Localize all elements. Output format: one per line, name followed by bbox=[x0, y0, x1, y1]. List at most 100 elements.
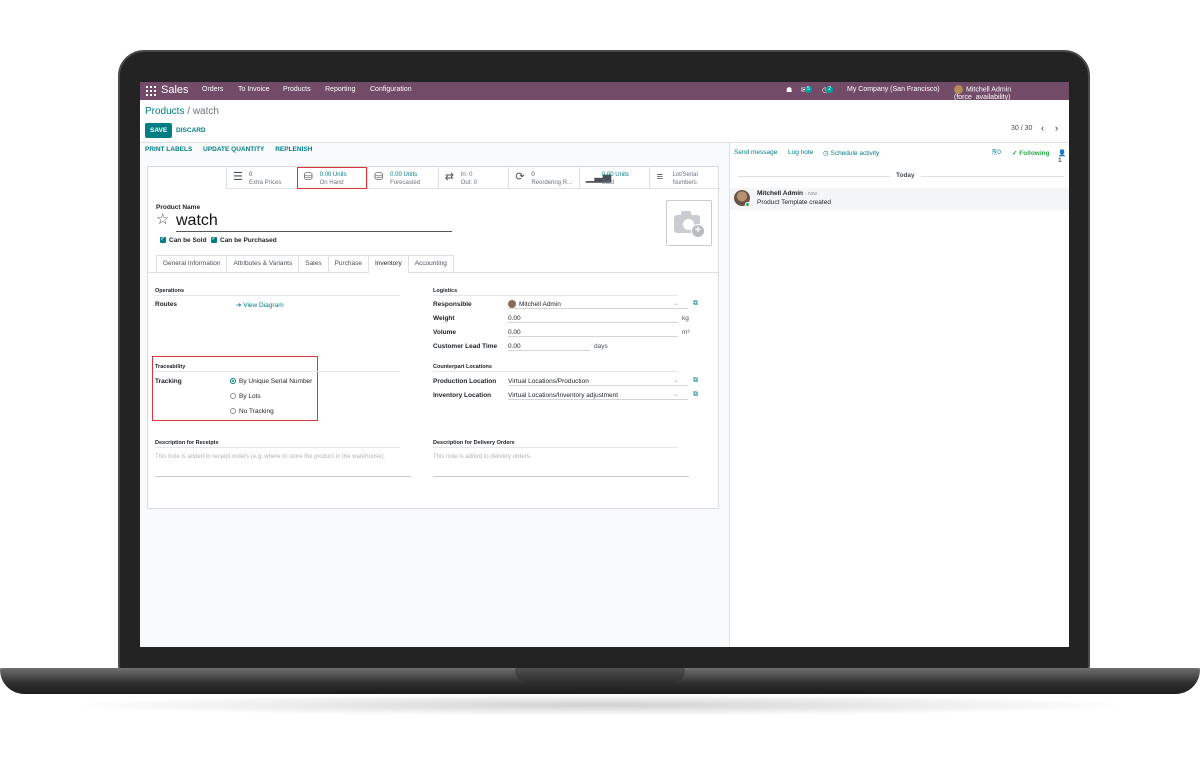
message-time: now bbox=[807, 191, 818, 197]
group-separator bbox=[433, 447, 678, 448]
today-label: Today bbox=[890, 172, 921, 179]
external-link-icon[interactable]: ⧉ bbox=[693, 377, 698, 385]
delivery-description-input[interactable]: This note is added to delivery orders. bbox=[433, 453, 673, 462]
user-menu[interactable]: Mitchell Admin (force_availability) bbox=[954, 85, 1069, 101]
following-button[interactable]: ✓ Following bbox=[1012, 149, 1050, 157]
responsible-label: Responsible bbox=[433, 301, 472, 308]
inventory-location-field[interactable]: Virtual Locations/Inventory adjustment ⌄ bbox=[508, 391, 688, 400]
weight-unit: kg bbox=[682, 315, 689, 322]
menu-products[interactable]: Products bbox=[283, 86, 311, 93]
tab-sales[interactable]: Sales bbox=[298, 255, 329, 272]
customer-lead-time-input[interactable]: 0.00 bbox=[508, 342, 590, 351]
chatter-message: Mitchell Admin · now Product Template cr… bbox=[730, 188, 1069, 210]
update-quantity-button[interactable]: UPDATE QUANTITY bbox=[203, 146, 264, 153]
online-status-icon bbox=[745, 202, 750, 207]
routes-label: Routes bbox=[155, 301, 178, 308]
menu-to-invoice[interactable]: To Invoice bbox=[238, 86, 270, 93]
can-be-purchased-checkbox[interactable]: Can be Purchased bbox=[211, 236, 277, 244]
attachments-button[interactable]: ⎘0 bbox=[992, 149, 1001, 157]
tab-general-information[interactable]: General Information bbox=[156, 255, 228, 272]
print-labels-button[interactable]: PRINT LABELS bbox=[145, 146, 192, 153]
followers-count: 1 bbox=[1058, 157, 1062, 164]
user-icon: 👤 bbox=[1058, 150, 1067, 157]
group-separator bbox=[155, 447, 400, 448]
activity-icon[interactable]: ◷2 bbox=[822, 86, 834, 94]
sold-button[interactable]: ▁▃▅ 0.00 Units Sold bbox=[578, 167, 650, 189]
pager-value[interactable]: 30 / 30 bbox=[1011, 125, 1032, 132]
form-statusbar: PRINT LABELS UPDATE QUANTITY REPLENISH bbox=[145, 146, 321, 153]
product-image[interactable]: + bbox=[666, 200, 712, 246]
tracking-serial-radio[interactable]: By Unique Serial Number bbox=[230, 378, 312, 385]
volume-input[interactable]: 0.00 bbox=[508, 328, 678, 337]
tab-attributes-variants[interactable]: Attributes & Variants bbox=[226, 255, 300, 272]
sold-label: Sold bbox=[601, 180, 614, 186]
screen: Sales Orders To Invoice Products Reporti… bbox=[140, 82, 1069, 647]
laptop-notch bbox=[515, 668, 685, 684]
input-underline bbox=[433, 476, 689, 477]
production-location-label: Production Location bbox=[433, 378, 497, 385]
breadcrumb-products[interactable]: Products bbox=[145, 106, 184, 117]
pager-previous-icon[interactable]: ‹ bbox=[1041, 123, 1044, 133]
exchange-icon: ⇄ bbox=[444, 171, 454, 183]
apps-menu-icon[interactable] bbox=[146, 86, 156, 96]
star-icon[interactable]: ☆ bbox=[156, 211, 169, 229]
dropdown-caret-icon: ⌄ bbox=[672, 378, 678, 384]
messages-icon[interactable]: ✉5 bbox=[801, 86, 812, 94]
weight-label: Weight bbox=[433, 315, 455, 322]
menu-reporting[interactable]: Reporting bbox=[325, 86, 355, 93]
production-location-field[interactable]: Virtual Locations/Production ⌄ bbox=[508, 377, 688, 386]
send-message-button[interactable]: Send message bbox=[734, 149, 777, 156]
responsible-field[interactable]: Mitchell Admin ⌄ bbox=[508, 300, 688, 309]
external-link-icon[interactable]: ⧉ bbox=[693, 391, 698, 399]
form-sheet: ☰ 0 Extra Prices ⛁ 0.00 Units On Hand ⛁ … bbox=[147, 166, 720, 509]
breadcrumb-current: watch bbox=[192, 106, 219, 117]
receipts-description-input[interactable]: This note is added to receipt orders (e.… bbox=[155, 453, 395, 477]
tracking-none-radio[interactable]: No Tracking bbox=[230, 408, 274, 415]
app-name[interactable]: Sales bbox=[161, 84, 189, 96]
lot-serial-button[interactable]: ≡ Lot/Serial Numbers bbox=[649, 167, 720, 189]
receipts-title: Description for Receipts bbox=[155, 440, 219, 446]
add-image-icon: + bbox=[691, 224, 705, 238]
production-location-value: Virtual Locations/Production bbox=[508, 378, 589, 385]
followers-button[interactable]: 👤1 bbox=[1058, 149, 1069, 164]
logistics-title: Logistics bbox=[433, 288, 458, 294]
view-diagram-link[interactable]: ➔ View Diagram bbox=[236, 301, 284, 309]
weight-input[interactable]: 0.00 bbox=[508, 314, 678, 323]
replenish-button[interactable]: REPLENISH bbox=[275, 146, 312, 153]
group-separator bbox=[155, 371, 400, 372]
volume-unit: m³ bbox=[682, 329, 690, 336]
sold-value: 0.00 Units bbox=[601, 172, 629, 178]
can-be-sold-checkbox[interactable]: Can be Sold bbox=[160, 236, 207, 244]
pager-next-icon[interactable]: › bbox=[1055, 123, 1058, 133]
radio-icon bbox=[230, 393, 236, 399]
company-switcher[interactable]: My Company (San Francisco) bbox=[847, 86, 940, 93]
schedule-activity-label: Schedule activity bbox=[830, 150, 880, 157]
log-note-button[interactable]: Log note bbox=[788, 149, 813, 156]
schedule-activity-button[interactable]: ◷ Schedule activity bbox=[823, 149, 879, 157]
discard-button[interactable]: DISCARD bbox=[176, 123, 206, 138]
menu-orders[interactable]: Orders bbox=[202, 86, 223, 93]
on-hand-button[interactable]: ⛁ 0.00 Units On Hand bbox=[296, 167, 368, 189]
save-button[interactable]: SAVE bbox=[145, 123, 173, 138]
author-name[interactable]: Mitchell Admin bbox=[757, 190, 803, 197]
bug-icon[interactable]: ☗ bbox=[786, 86, 792, 94]
inventory-location-value: Virtual Locations/Inventory adjustment bbox=[508, 392, 619, 399]
tab-purchase[interactable]: Purchase bbox=[327, 255, 369, 272]
lot-serial-value: Lot/Serial bbox=[672, 172, 698, 178]
lead-time-unit: days bbox=[594, 343, 608, 350]
tracking-lots-radio[interactable]: By Lots bbox=[230, 393, 261, 400]
reordering-rules-button[interactable]: ⟳ 0 Reordering R... bbox=[508, 167, 579, 189]
tab-inventory[interactable]: Inventory bbox=[367, 255, 409, 273]
extra-prices-label: Extra Prices bbox=[249, 180, 282, 186]
dropdown-caret-icon: ⌄ bbox=[672, 301, 678, 307]
group-separator bbox=[433, 295, 678, 296]
tab-accounting[interactable]: Accounting bbox=[407, 255, 454, 272]
forecasted-button[interactable]: ⛁ 0.00 Units Forecasted bbox=[367, 167, 438, 189]
extra-prices-button[interactable]: ☰ 0 Extra Prices bbox=[226, 167, 297, 189]
in-out-button[interactable]: ⇄ In: 0 Out: 0 bbox=[437, 167, 509, 189]
product-name-input[interactable]: watch bbox=[176, 211, 452, 232]
external-link-icon[interactable]: ⧉ bbox=[693, 300, 698, 308]
menu-configuration[interactable]: Configuration bbox=[370, 86, 412, 93]
extra-prices-value: 0 bbox=[249, 172, 253, 178]
checkbox-icon bbox=[211, 236, 217, 243]
